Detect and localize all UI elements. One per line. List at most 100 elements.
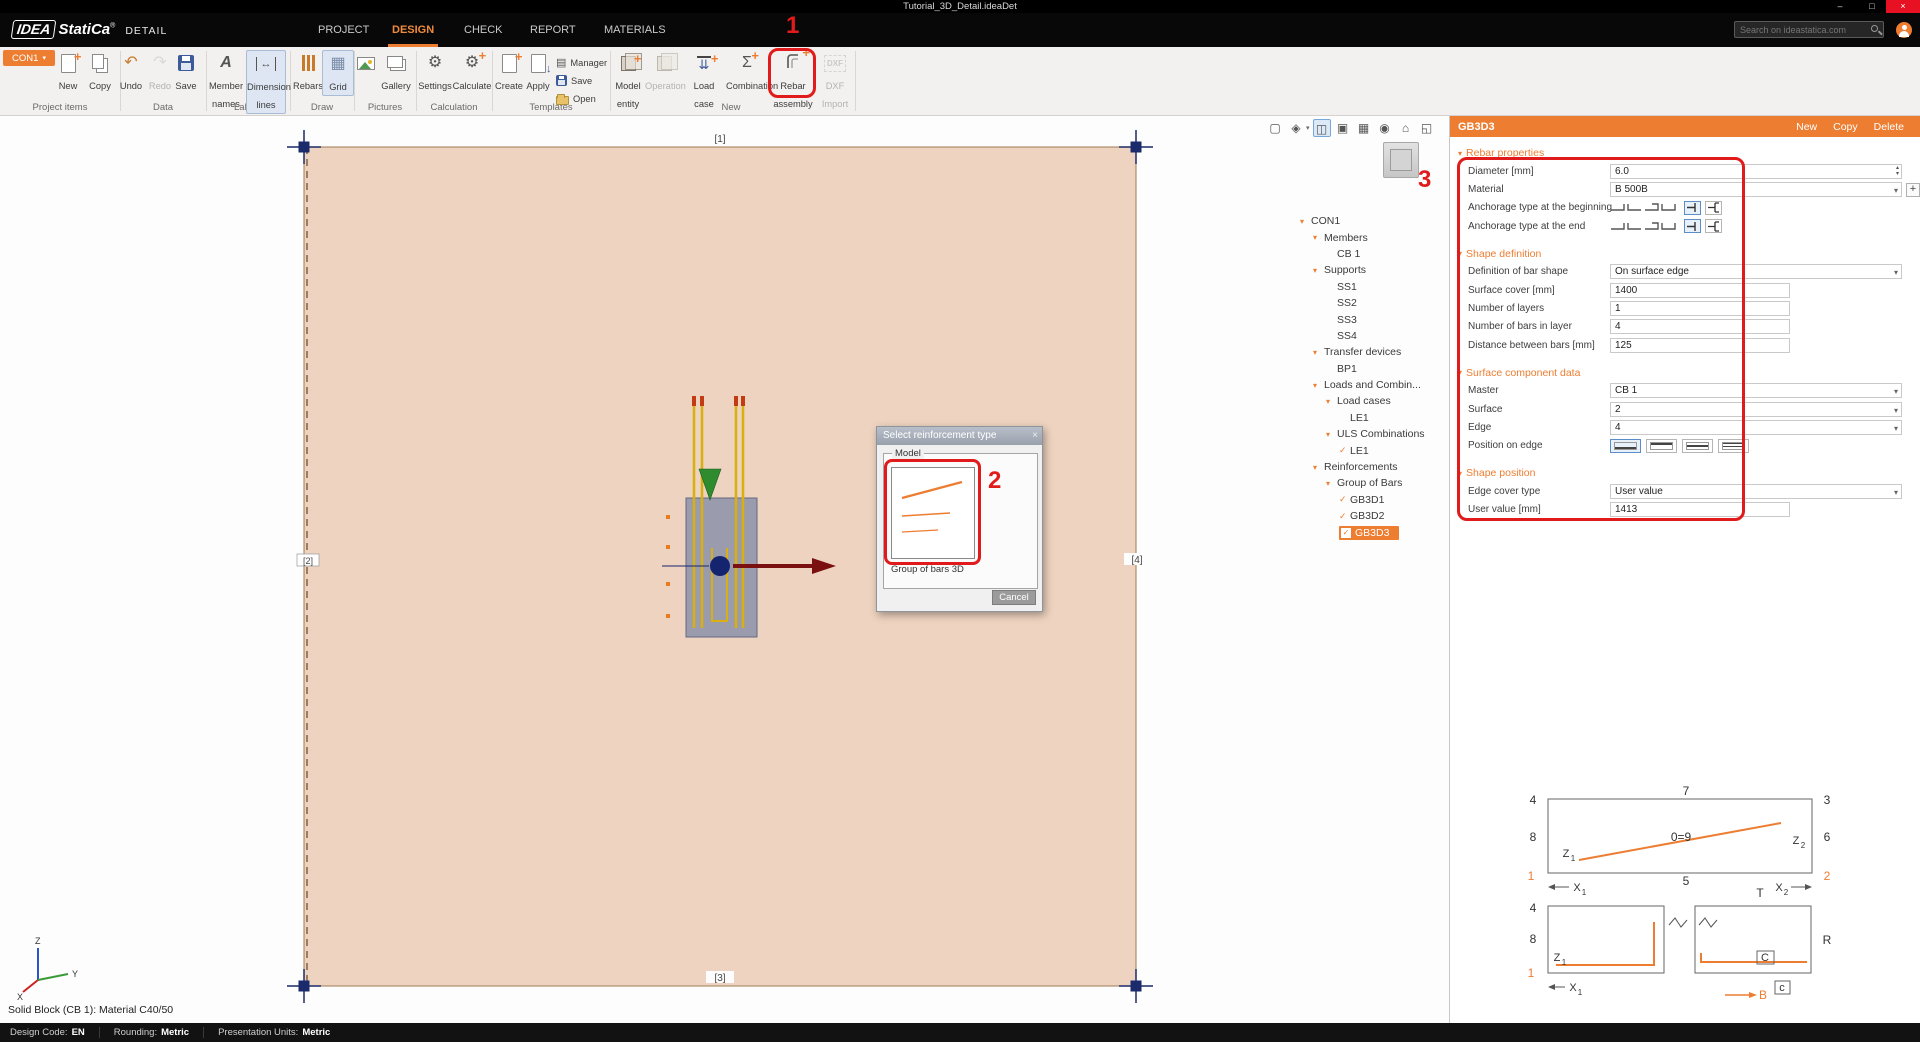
position-distributed-button[interactable] bbox=[1718, 439, 1749, 453]
tree-item-group-of-bars[interactable]: ▾Group of Bars bbox=[1300, 475, 1470, 491]
tree-item-supports[interactable]: ▾Supports bbox=[1300, 262, 1470, 278]
model-scene[interactable]: [1] [3] [4] [2] bbox=[0, 116, 1449, 1023]
tree-item-le1[interactable]: LE1 bbox=[1300, 410, 1470, 426]
close-button[interactable]: × bbox=[1886, 0, 1920, 13]
master-dropdown[interactable]: CB 1 ▾ bbox=[1610, 383, 1902, 398]
group-of-bars-3d-option[interactable] bbox=[891, 467, 975, 559]
template-apply-button[interactable]: Apply bbox=[521, 50, 555, 94]
diameter-input[interactable]: 6.0 ▴▾ bbox=[1610, 164, 1902, 179]
chevron-down-icon[interactable]: ▾ bbox=[1326, 479, 1337, 488]
section-header[interactable]: ▾ Rebar properties bbox=[1450, 144, 1920, 162]
panel-copy-button[interactable]: Copy bbox=[1833, 121, 1858, 133]
position-middle-button[interactable] bbox=[1682, 439, 1713, 453]
position-bottom-button[interactable] bbox=[1610, 439, 1641, 453]
bar-shape-dropdown[interactable]: On surface edge ▾ bbox=[1610, 264, 1902, 279]
model-entity-button[interactable]: Model entity bbox=[607, 50, 649, 112]
check-icon[interactable]: ✓ bbox=[1339, 511, 1350, 522]
save-button[interactable]: Save bbox=[168, 50, 204, 94]
rebars-button[interactable]: Rebars bbox=[292, 50, 324, 94]
material-dropdown[interactable]: B 500B ▾ bbox=[1610, 182, 1902, 197]
tree-item-gb3d3[interactable]: ✓GB3D3 bbox=[1300, 524, 1470, 540]
tree-item-members[interactable]: ▾Members bbox=[1300, 229, 1470, 245]
distance-input[interactable]: 125 bbox=[1610, 338, 1790, 353]
wireframe-view-icon[interactable]: ◫ bbox=[1313, 119, 1331, 137]
bars-in-layer-input[interactable]: 4 bbox=[1610, 319, 1790, 334]
load-case-button[interactable]: ⇊ Load case bbox=[684, 50, 724, 112]
anchorage-end-control[interactable] bbox=[1610, 219, 1722, 233]
section-view-icon[interactable]: ▢ bbox=[1266, 119, 1284, 137]
check-icon[interactable]: ✓ bbox=[1341, 528, 1351, 538]
anchorage-hook-button[interactable] bbox=[1705, 219, 1722, 233]
chevron-down-icon[interactable]: ▾ bbox=[1326, 430, 1337, 439]
tree-item-cb1[interactable]: CB 1 bbox=[1300, 246, 1470, 262]
new-picture-button[interactable] bbox=[350, 50, 382, 76]
minimize-button[interactable]: – bbox=[1826, 0, 1854, 13]
color-picker-icon[interactable]: ◈ bbox=[1287, 119, 1305, 137]
section-header[interactable]: ▾ Shape definition bbox=[1450, 245, 1920, 263]
tree-item-reinforcements[interactable]: ▾Reinforcements bbox=[1300, 459, 1470, 475]
anchorage-hook-button[interactable] bbox=[1705, 201, 1722, 215]
new-project-item-button[interactable]: New bbox=[50, 50, 86, 94]
layers-input[interactable]: 1 bbox=[1610, 301, 1790, 316]
navigation-cube[interactable] bbox=[1383, 142, 1419, 178]
anchorage-end-plate-button[interactable] bbox=[1684, 201, 1701, 215]
tree-item-bp1[interactable]: BP1 bbox=[1300, 361, 1470, 377]
tree-item-transfer-devices[interactable]: ▾Transfer devices bbox=[1300, 344, 1470, 360]
fit-view-icon[interactable]: ◱ bbox=[1418, 119, 1436, 137]
chevron-down-icon[interactable]: ▾ bbox=[1313, 233, 1324, 242]
cancel-button[interactable]: Cancel bbox=[992, 590, 1036, 605]
tree-item-gb3d1[interactable]: ✓GB3D1 bbox=[1300, 492, 1470, 508]
tree-item-ss2[interactable]: SS2 bbox=[1300, 295, 1470, 311]
tab-project[interactable]: PROJECT bbox=[314, 13, 373, 47]
home-view-icon[interactable]: ⌂ bbox=[1397, 119, 1415, 137]
chevron-down-icon[interactable]: ▾ bbox=[1300, 217, 1311, 226]
panel-new-button[interactable]: New bbox=[1796, 121, 1817, 133]
diameter-stepper[interactable]: ▴▾ bbox=[1896, 165, 1899, 177]
chevron-down-icon[interactable]: ▾ bbox=[1313, 348, 1324, 357]
edge-dropdown[interactable]: 4 ▾ bbox=[1610, 420, 1902, 435]
solid-view-icon[interactable]: ▣ bbox=[1334, 119, 1352, 137]
operation-button[interactable]: Operation bbox=[645, 50, 683, 94]
anchorage-end-plate-button[interactable] bbox=[1684, 219, 1701, 233]
con1-selector[interactable]: CON1 ▾ bbox=[3, 50, 55, 66]
tree-item-le1-uls[interactable]: ✓LE1 bbox=[1300, 442, 1470, 458]
tab-design[interactable]: DESIGN bbox=[388, 13, 438, 47]
dialog-close-icon[interactable]: × bbox=[1032, 427, 1038, 445]
node-point[interactable] bbox=[710, 556, 730, 576]
model-canvas[interactable]: [1] [3] [4] [2] bbox=[0, 116, 1449, 1023]
rebar-assembly-button[interactable]: Rebar assembly bbox=[771, 50, 815, 112]
tree-item-ss1[interactable]: SS1 bbox=[1300, 279, 1470, 295]
check-icon[interactable]: ✓ bbox=[1339, 445, 1350, 456]
user-value-input[interactable]: 1413 bbox=[1610, 502, 1790, 517]
surface-cover-input[interactable]: 1400 bbox=[1610, 283, 1790, 298]
surface-dropdown[interactable]: 2 ▾ bbox=[1610, 402, 1902, 417]
dimension-lines-button[interactable]: ↔ Dimension lines bbox=[246, 50, 286, 114]
selected-tree-item[interactable]: ✓GB3D3 bbox=[1339, 526, 1399, 540]
add-material-button[interactable]: + bbox=[1906, 183, 1920, 197]
position-top-button[interactable] bbox=[1646, 439, 1677, 453]
tree-item-uls-combinations[interactable]: ▾ULS Combinations bbox=[1300, 426, 1470, 442]
check-icon[interactable]: ✓ bbox=[1339, 494, 1350, 505]
calculate-button[interactable]: ⚙ Calculate bbox=[452, 50, 492, 94]
member-names-button[interactable]: A Member names bbox=[206, 50, 246, 112]
tab-materials[interactable]: MATERIALS bbox=[600, 13, 670, 47]
dxf-import-button[interactable]: DXF DXF Import bbox=[817, 50, 853, 112]
shaded-view-icon[interactable]: ▦ bbox=[1355, 119, 1373, 137]
chevron-down-icon[interactable]: ▾ bbox=[1313, 381, 1324, 390]
section-header[interactable]: ▾ Shape position bbox=[1450, 464, 1920, 482]
settings-button[interactable]: ⚙ Settings bbox=[417, 50, 453, 94]
visibility-icon[interactable]: ◉ bbox=[1376, 119, 1394, 137]
chevron-down-icon[interactable]: ▾ bbox=[1313, 266, 1324, 275]
tree-item-con1[interactable]: ▾CON1 bbox=[1300, 213, 1470, 229]
picker-caret-icon[interactable]: ▾ bbox=[1306, 124, 1310, 132]
search-input[interactable] bbox=[1734, 21, 1884, 38]
tab-report[interactable]: REPORT bbox=[526, 13, 580, 47]
tree-item-gb3d2[interactable]: ✓GB3D2 bbox=[1300, 508, 1470, 524]
maximize-button[interactable]: □ bbox=[1858, 0, 1886, 13]
gallery-button[interactable]: Gallery bbox=[380, 50, 412, 94]
panel-delete-button[interactable]: Delete bbox=[1874, 121, 1904, 133]
dialog-titlebar[interactable]: Select reinforcement type × bbox=[877, 427, 1042, 445]
anchorage-begin-control[interactable] bbox=[1610, 201, 1722, 215]
chevron-down-icon[interactable]: ▾ bbox=[1313, 463, 1324, 472]
template-manager-button[interactable]: ▤ Manager bbox=[556, 55, 608, 70]
